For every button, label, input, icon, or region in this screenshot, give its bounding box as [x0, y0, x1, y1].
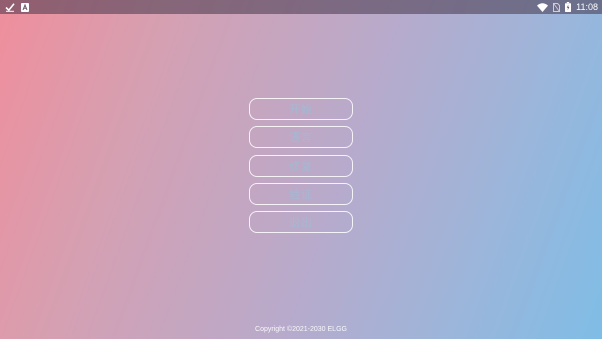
main-menu: 开始 语言 修复 验证 退出: [249, 98, 353, 239]
repair-button[interactable]: 修复: [249, 154, 353, 177]
check-icon: [5, 2, 15, 12]
a-notification-icon: [21, 2, 29, 12]
wifi-icon: [537, 2, 549, 12]
status-bar: 11:08: [0, 0, 602, 14]
start-button[interactable]: 开始: [249, 98, 353, 120]
battery-icon: [565, 2, 572, 12]
copyright-text: Copyright ©2021-2030 ELGG: [255, 326, 347, 333]
exit-button[interactable]: 退出: [249, 211, 353, 234]
no-sim-icon: [553, 2, 561, 12]
status-bar-right: 11:08: [537, 1, 598, 13]
language-button[interactable]: 语言: [249, 126, 353, 149]
status-bar-left: [5, 1, 29, 13]
verify-button[interactable]: 验证: [249, 182, 353, 205]
clock-time: 11:08: [576, 2, 598, 12]
